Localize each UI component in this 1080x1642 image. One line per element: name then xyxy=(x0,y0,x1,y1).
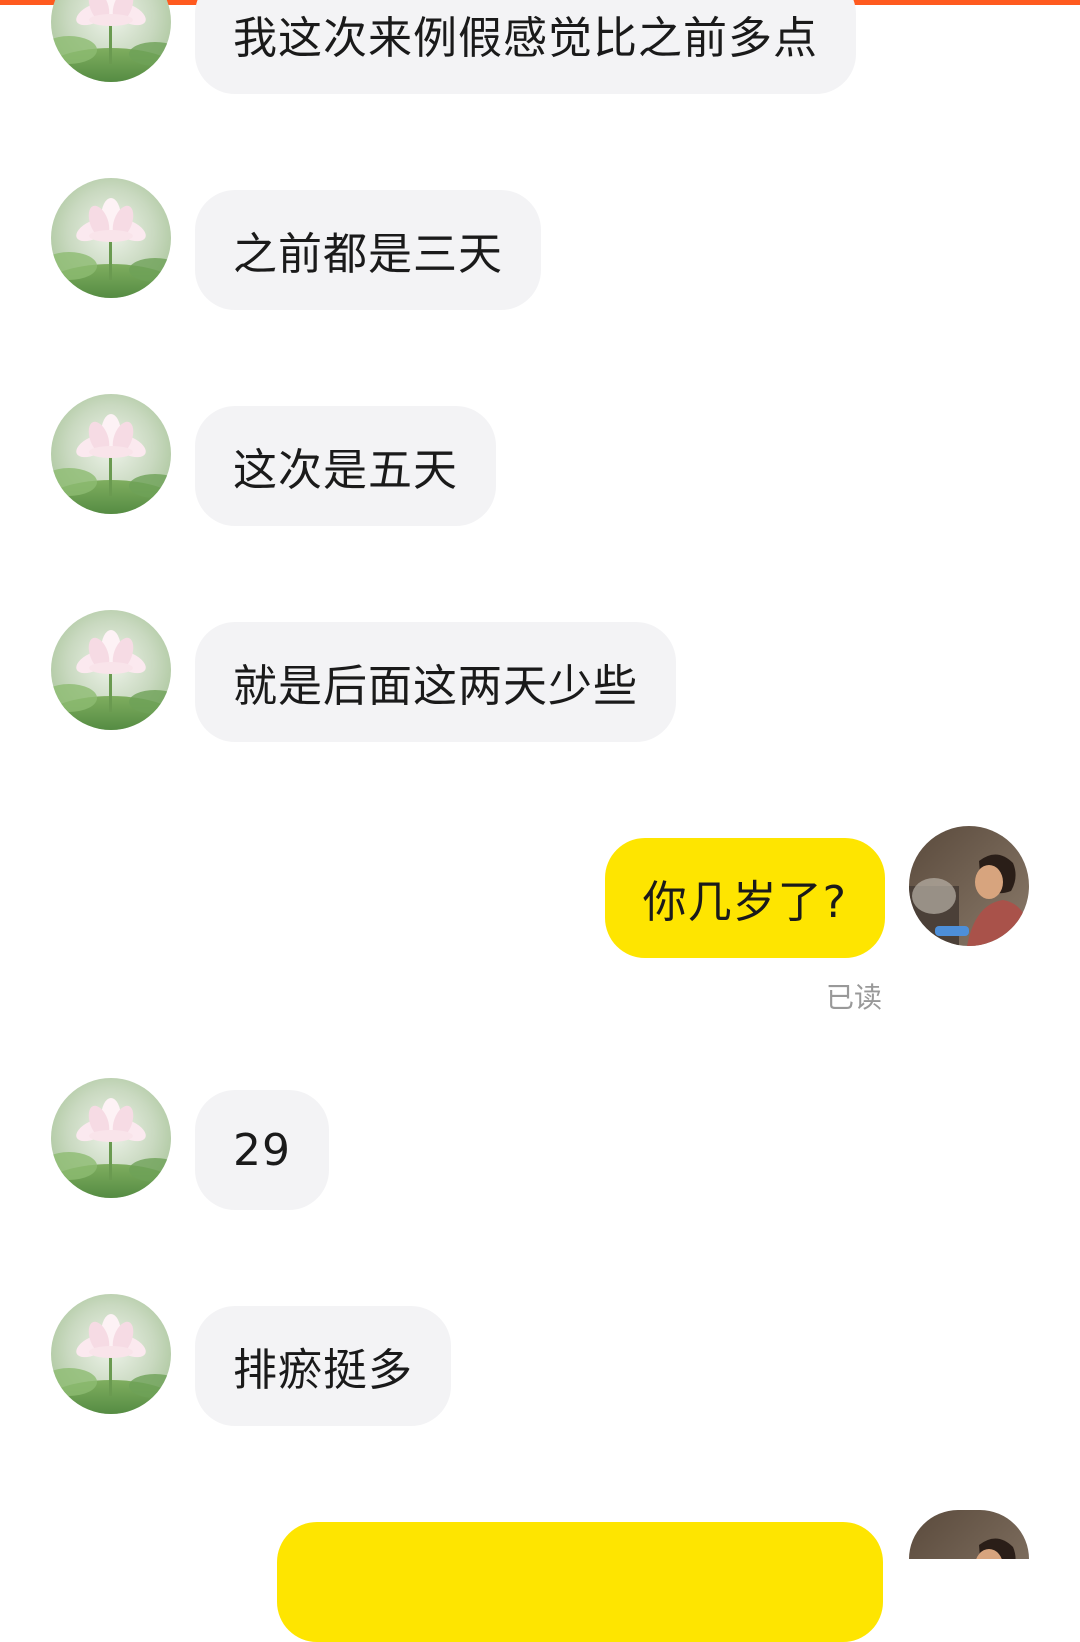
outgoing-message-bubble[interactable] xyxy=(277,1522,883,1642)
incoming-message-bubble[interactable]: 我这次来例假感觉比之前多点 xyxy=(195,0,856,94)
contact-avatar-lotus-icon[interactable] xyxy=(51,1294,171,1414)
message-text: 这次是五天 xyxy=(233,445,458,496)
outgoing-message-bubble[interactable]: 你几岁了? xyxy=(604,838,885,958)
message-text: 我这次来例假感觉比之前多点 xyxy=(233,13,818,64)
message-text: 你几岁了? xyxy=(642,877,847,928)
contact-avatar-lotus-icon[interactable] xyxy=(51,1078,171,1198)
message-text: 就是后面这两天少些 xyxy=(233,661,638,712)
contact-avatar-lotus-icon[interactable] xyxy=(51,394,171,514)
message-text: 之前都是三天 xyxy=(233,229,503,280)
my-avatar-icon[interactable] xyxy=(909,826,1029,946)
incoming-message-bubble[interactable]: 29 xyxy=(195,1090,329,1210)
contact-avatar-lotus-icon[interactable] xyxy=(51,610,171,730)
incoming-message-bubble[interactable]: 之前都是三天 xyxy=(195,190,541,310)
my-avatar-icon[interactable] xyxy=(909,1510,1029,1559)
message-text: 排瘀挺多 xyxy=(233,1345,413,1396)
incoming-message-bubble[interactable]: 就是后面这两天少些 xyxy=(195,622,676,742)
contact-avatar-lotus-icon[interactable] xyxy=(51,0,171,82)
message-text: 29 xyxy=(233,1124,291,1176)
incoming-message-bubble[interactable]: 这次是五天 xyxy=(195,406,496,526)
read-status: 已读 xyxy=(826,981,883,1014)
incoming-message-bubble[interactable]: 排瘀挺多 xyxy=(195,1306,451,1426)
contact-avatar-lotus-icon[interactable] xyxy=(51,178,171,298)
